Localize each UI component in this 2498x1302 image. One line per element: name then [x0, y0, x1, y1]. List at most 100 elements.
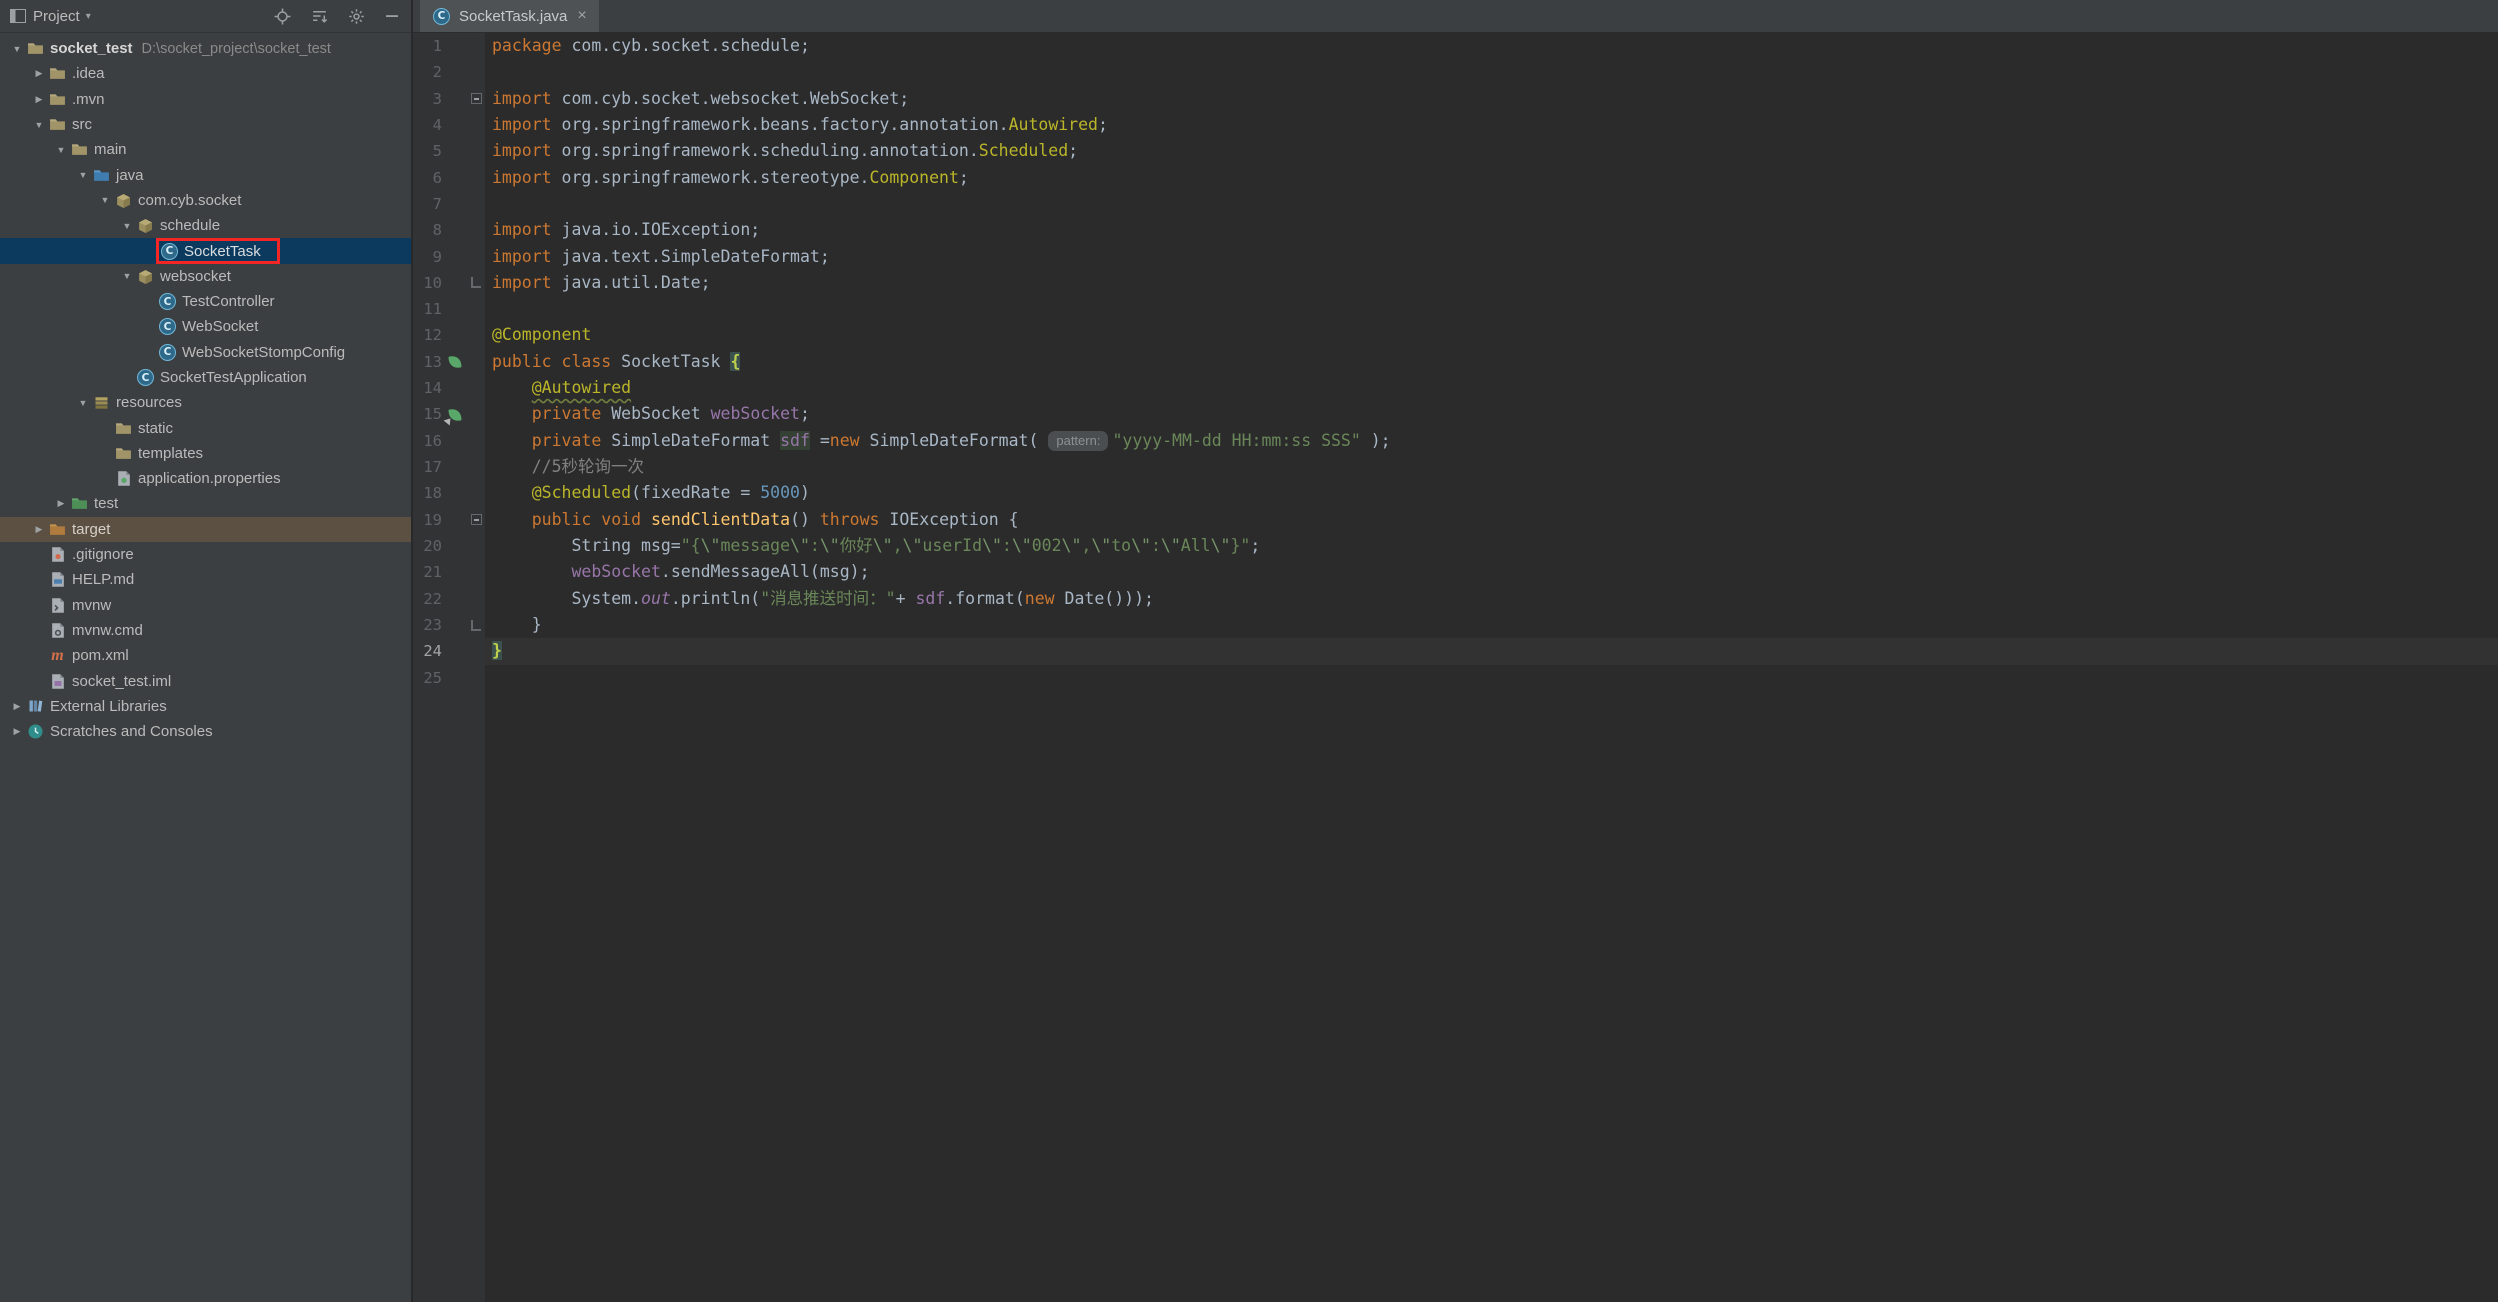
- class-icon: C: [160, 242, 179, 260]
- tree-item-websocketstompconfig[interactable]: CWebSocketStompConfig: [0, 340, 411, 365]
- chevron-down-icon[interactable]: ▾: [86, 11, 91, 22]
- folder-icon: [114, 444, 133, 462]
- code-text[interactable]: import java.text.SimpleDateFormat;: [485, 244, 2498, 270]
- code-token: ;: [1068, 141, 1078, 160]
- collapsed-arrow-icon[interactable]: ▶: [30, 94, 48, 105]
- code-token: );: [1361, 431, 1391, 450]
- fold-collapse-icon[interactable]: [471, 93, 482, 104]
- gutter-cell: 4: [413, 112, 485, 138]
- code-token: All: [1181, 536, 1211, 555]
- code-text[interactable]: public class SocketTask {: [485, 349, 2498, 375]
- tree-item-pom-xml[interactable]: mpom.xml: [0, 643, 411, 668]
- code-text[interactable]: import org.springframework.scheduling.an…: [485, 138, 2498, 164]
- code-text[interactable]: import org.springframework.beans.factory…: [485, 112, 2498, 138]
- code-text[interactable]: private WebSocket webSocket;: [485, 401, 2498, 427]
- tree-item-static[interactable]: static: [0, 415, 411, 440]
- expanded-arrow-icon[interactable]: ▼: [8, 44, 26, 54]
- expanded-arrow-icon[interactable]: ▼: [30, 120, 48, 130]
- tree-item-websocket[interactable]: CWebSocket: [0, 314, 411, 339]
- scratches-icon: [26, 723, 45, 741]
- code-text[interactable]: [485, 59, 2498, 85]
- tree-item-sockettestapplication[interactable]: CSocketTestApplication: [0, 365, 411, 390]
- tree-item-application-properties[interactable]: application.properties: [0, 466, 411, 491]
- line-number: 3: [413, 86, 442, 112]
- close-tab-icon[interactable]: ×: [577, 8, 586, 24]
- hide-panel-icon[interactable]: [385, 8, 399, 24]
- code-text[interactable]: //5秒轮询一次: [485, 454, 2498, 480]
- tree-item-help-md[interactable]: HELP.md: [0, 567, 411, 592]
- tree-item-sockettask[interactable]: CSocketTask: [0, 238, 411, 263]
- tree-item-java[interactable]: ▼java: [0, 162, 411, 187]
- tree-item-mvnw-cmd[interactable]: mvnw.cmd: [0, 618, 411, 643]
- code-text[interactable]: import java.util.Date;: [485, 270, 2498, 296]
- gutter-cell: 10: [413, 270, 485, 296]
- code-text[interactable]: import org.springframework.stereotype.Co…: [485, 165, 2498, 191]
- code-text[interactable]: package com.cyb.socket.schedule;: [485, 33, 2498, 59]
- collapsed-arrow-icon[interactable]: ▶: [52, 498, 70, 509]
- tree-item-websocket[interactable]: ▼websocket: [0, 264, 411, 289]
- tree-item-socket-test-iml[interactable]: socket_test.iml: [0, 668, 411, 693]
- expanded-arrow-icon[interactable]: ▼: [96, 195, 114, 205]
- project-view-icon[interactable]: [10, 9, 26, 23]
- code-text[interactable]: import com.cyb.socket.websocket.WebSocke…: [485, 86, 2498, 112]
- code-text[interactable]: private SimpleDateFormat sdf =new Simple…: [485, 428, 2498, 454]
- collapsed-arrow-icon[interactable]: ▶: [8, 726, 26, 737]
- expanded-arrow-icon[interactable]: ▼: [74, 398, 92, 408]
- code-token: SimpleDateFormat: [601, 431, 780, 450]
- code-text[interactable]: }: [485, 638, 2498, 664]
- tree-item-gitignore[interactable]: .gitignore: [0, 542, 411, 567]
- code-text[interactable]: [485, 296, 2498, 322]
- tree-item-socket-test[interactable]: ▼socket_testD:\socket_project\socket_tes…: [0, 36, 411, 61]
- tree-item-testcontroller[interactable]: CTestController: [0, 289, 411, 314]
- tab-sockettask-java[interactable]: C SocketTask.java ×: [420, 0, 599, 32]
- collapsed-arrow-icon[interactable]: ▶: [8, 701, 26, 712]
- code-token: "yyyy-MM-dd HH:mm:ss SSS": [1112, 431, 1360, 450]
- code-text[interactable]: webSocket.sendMessageAll(msg);: [485, 559, 2498, 585]
- code-token: \": [873, 536, 893, 555]
- tree-item-test[interactable]: ▶test: [0, 491, 411, 516]
- editor-body[interactable]: 1package com.cyb.socket.schedule;23impor…: [413, 33, 2498, 1302]
- code-text[interactable]: import java.io.IOException;: [485, 217, 2498, 243]
- expanded-arrow-icon[interactable]: ▼: [118, 221, 136, 231]
- tree-item-target[interactable]: ▶target: [0, 517, 411, 542]
- tree-item-external-libraries[interactable]: ▶External Libraries: [0, 694, 411, 719]
- tree-item-mvn[interactable]: ▶.mvn: [0, 87, 411, 112]
- collapsed-arrow-icon[interactable]: ▶: [30, 524, 48, 535]
- tree-item-com-cyb-socket[interactable]: ▼com.cyb.socket: [0, 188, 411, 213]
- locate-icon[interactable]: [274, 8, 291, 25]
- tree-item-resources[interactable]: ▼resources: [0, 390, 411, 415]
- expanded-arrow-icon[interactable]: ▼: [52, 145, 70, 155]
- code-token: [492, 404, 532, 423]
- settings-gear-icon[interactable]: [348, 8, 365, 25]
- tree-item-schedule[interactable]: ▼schedule: [0, 213, 411, 238]
- tree-item-main[interactable]: ▼main: [0, 137, 411, 162]
- tree-item-src[interactable]: ▼ src: [0, 112, 411, 137]
- code-text[interactable]: }: [485, 612, 2498, 638]
- code-text[interactable]: @Component: [485, 322, 2498, 348]
- project-path: D:\socket_project\socket_test: [142, 41, 331, 57]
- expanded-arrow-icon[interactable]: ▼: [74, 170, 92, 180]
- code-text[interactable]: public void sendClientData() throws IOEx…: [485, 507, 2498, 533]
- code-text[interactable]: @Autowired: [485, 375, 2498, 401]
- code-text[interactable]: System.out.println("消息推送时间："+ sdf.format…: [485, 586, 2498, 612]
- code-text[interactable]: [485, 191, 2498, 217]
- collapse-all-icon[interactable]: [311, 8, 328, 25]
- code-text[interactable]: [485, 665, 2498, 691]
- expanded-arrow-icon[interactable]: ▼: [118, 271, 136, 281]
- fold-collapse-icon[interactable]: [471, 514, 482, 525]
- tree-item-templates[interactable]: templates: [0, 441, 411, 466]
- autowired-dependency-icon[interactable]: [448, 408, 461, 421]
- tree-item-label: application.properties: [138, 470, 281, 487]
- spring-bean-icon[interactable]: [448, 355, 461, 368]
- code-token: }": [1230, 536, 1250, 555]
- code-text[interactable]: @Scheduled(fixedRate = 5000): [485, 480, 2498, 506]
- code-token: :: [810, 536, 820, 555]
- tree-item-idea[interactable]: ▶.idea: [0, 61, 411, 86]
- project-view-selector[interactable]: Project: [33, 8, 80, 25]
- code-text[interactable]: String msg="{\"message\":\"你好\",\"userId…: [485, 533, 2498, 559]
- tree-item-scratches-and-consoles[interactable]: ▶Scratches and Consoles: [0, 719, 411, 744]
- collapsed-arrow-icon[interactable]: ▶: [30, 68, 48, 79]
- tree-item-mvnw[interactable]: mvnw: [0, 593, 411, 618]
- code-token: import: [492, 168, 552, 187]
- tree-item-label: src: [72, 116, 92, 133]
